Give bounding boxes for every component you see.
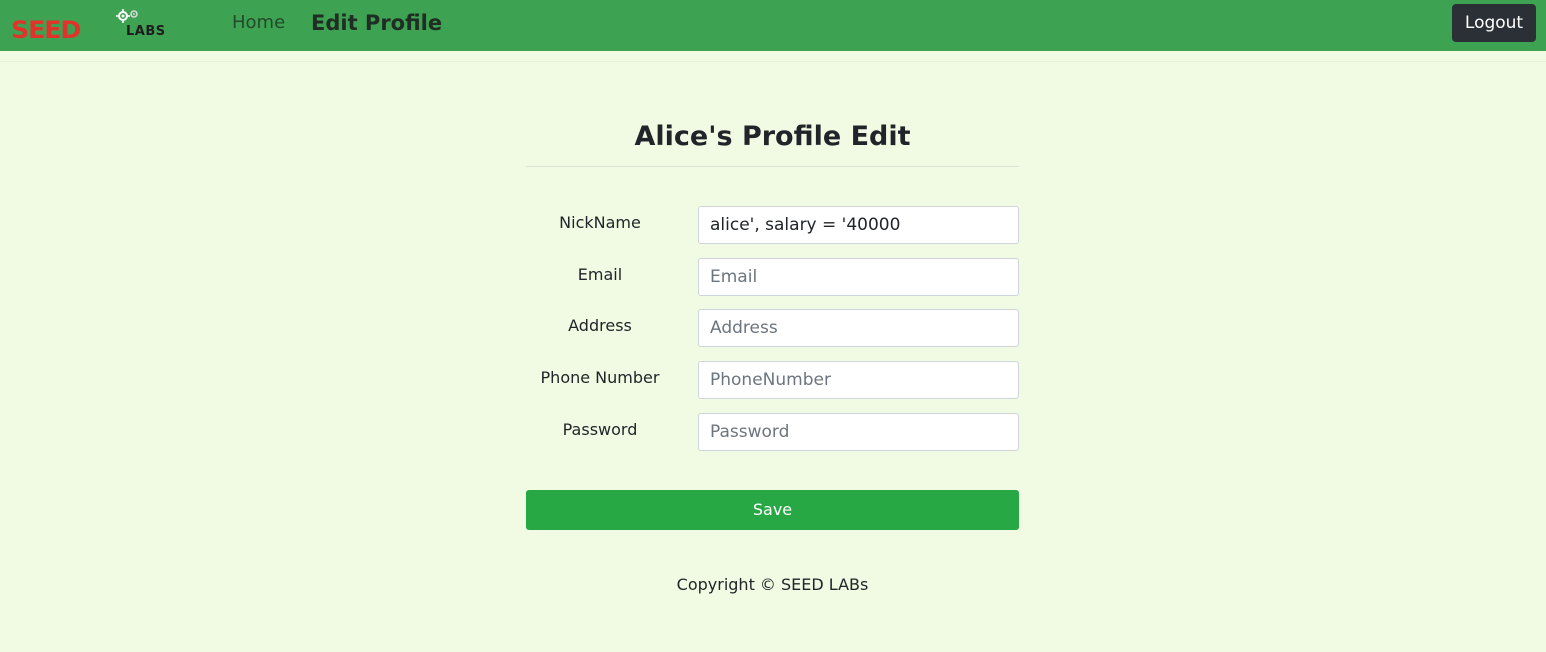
phone-input[interactable] <box>698 361 1019 399</box>
nickname-label: NickName <box>559 213 641 232</box>
password-label: Password <box>562 420 638 439</box>
title-divider <box>526 166 1019 167</box>
address-label: Address <box>568 316 632 335</box>
nav-link-home[interactable]: Home <box>232 11 285 35</box>
logout-button[interactable]: Logout <box>1452 4 1536 42</box>
email-label: Email <box>577 265 623 284</box>
password-row: Password <box>526 413 1019 451</box>
logo-seed-text: SEED <box>11 16 81 44</box>
top-navbar: SEED LABS Home Edit Profile Logout <box>0 0 1546 51</box>
navbar-divider <box>0 51 1546 62</box>
phone-row: Phone Number <box>526 361 1019 399</box>
address-input[interactable] <box>698 309 1019 347</box>
password-input[interactable] <box>698 413 1019 451</box>
phone-label: Phone Number <box>540 368 660 387</box>
copyright-text: Copyright © SEED LABs <box>676 575 869 594</box>
gear-icon <box>116 9 138 23</box>
email-row: Email <box>526 258 1019 296</box>
nickname-row: NickName <box>526 206 1019 244</box>
nickname-input[interactable] <box>698 206 1019 244</box>
logo-labs-text: LABS <box>126 24 166 39</box>
save-button[interactable]: Save <box>526 490 1019 530</box>
page-title: Alice's Profile Edit <box>634 121 911 152</box>
email-input[interactable] <box>698 258 1019 296</box>
nav-link-edit-profile[interactable]: Edit Profile <box>311 11 442 35</box>
seed-labs-logo[interactable]: SEED LABS <box>11 8 177 42</box>
address-row: Address <box>526 309 1019 347</box>
